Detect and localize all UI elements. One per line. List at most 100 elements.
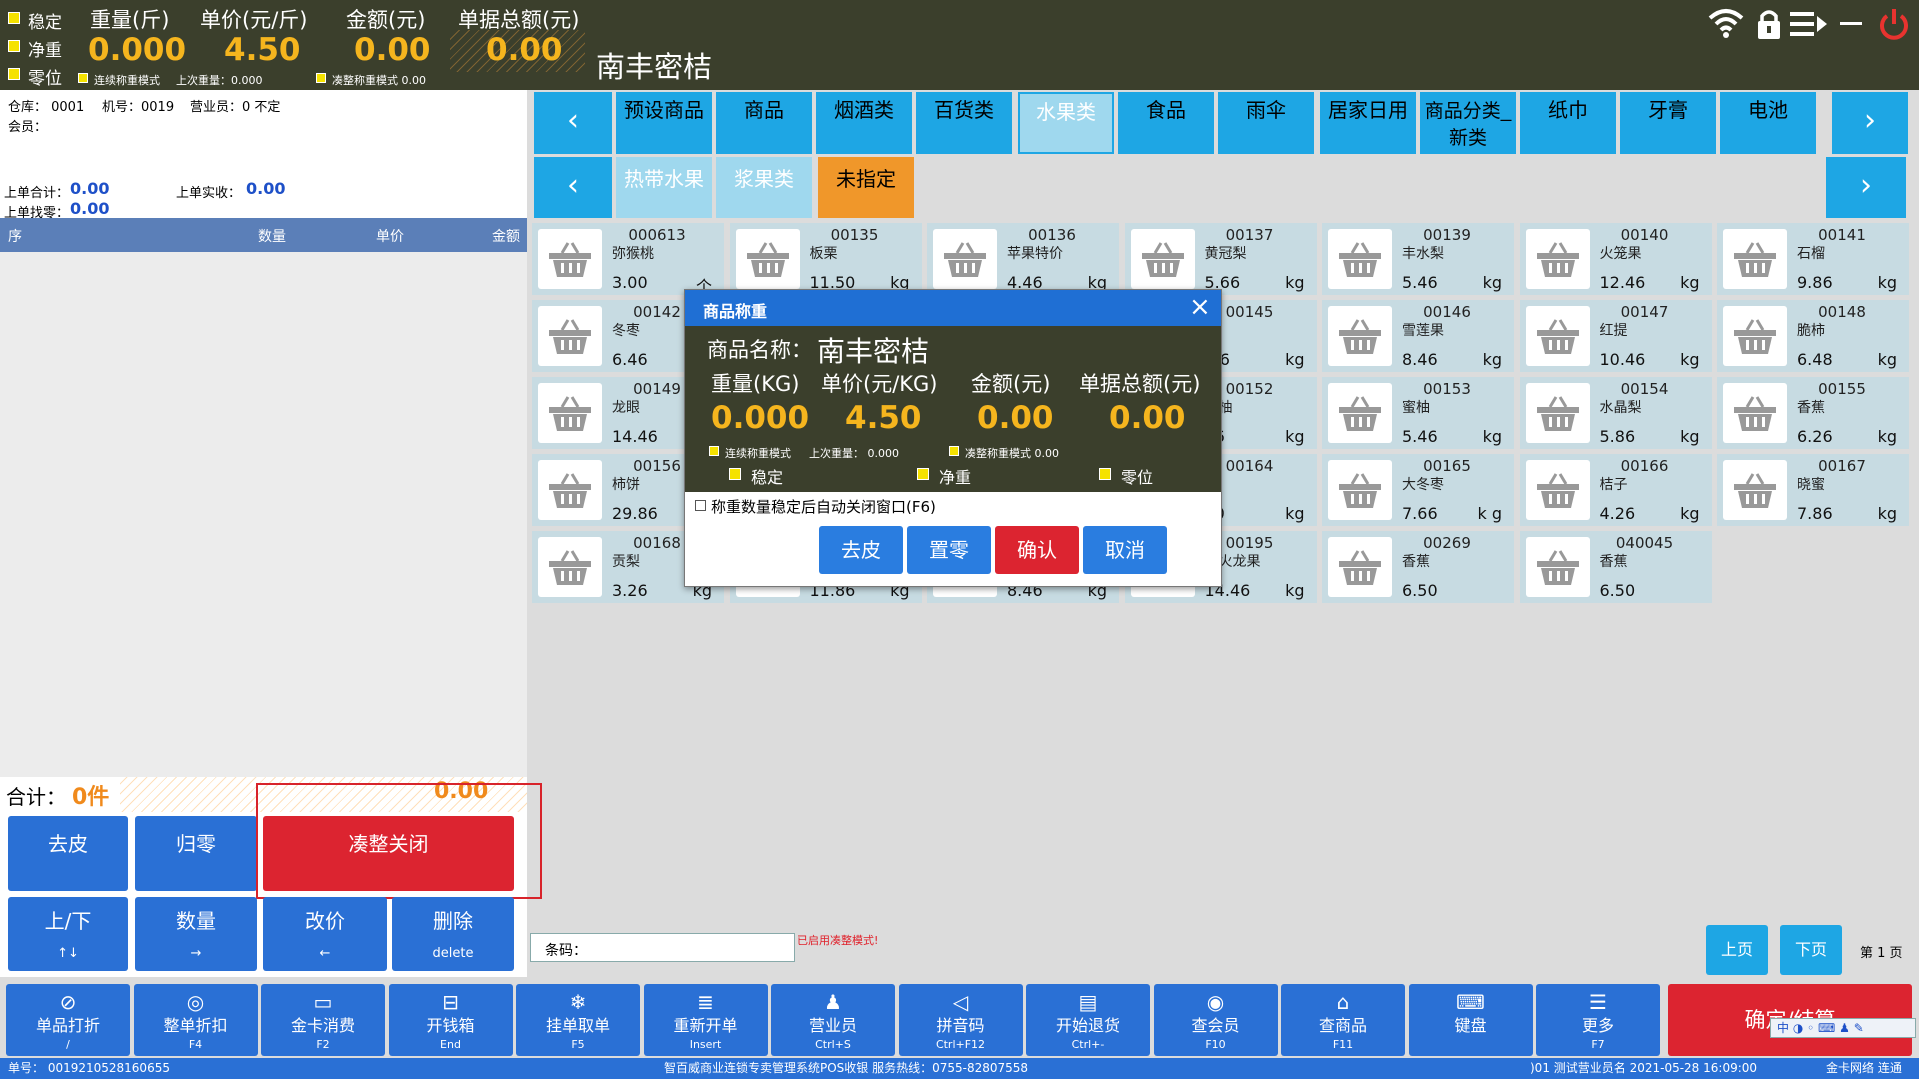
barcode-input[interactable]: 条码： (530, 933, 795, 962)
category-tab[interactable]: 食品 (1118, 92, 1214, 154)
next-page-button[interactable]: 下页 (1780, 925, 1842, 975)
category-tab-active[interactable]: 水果类 (1018, 92, 1114, 154)
delete-button[interactable]: 删除 delete (392, 897, 514, 971)
toolbar-button[interactable]: ⊘ 单品打折 / (6, 984, 130, 1056)
product-card[interactable]: 00148 脆柿 6.48 kg (1717, 300, 1909, 372)
category-tab[interactable]: 纸巾 (1520, 92, 1616, 154)
order-grid-body[interactable] (0, 252, 527, 777)
minimize-icon[interactable] (1840, 22, 1862, 25)
subcategory-tab[interactable]: 热带水果 (616, 157, 712, 218)
toolbar-button[interactable]: ▭ 金卡消费 F2 (261, 984, 385, 1056)
category-tab[interactable]: 电池 (1720, 92, 1816, 154)
toolbar-key: F7 (1591, 1038, 1605, 1051)
ime-toolbar[interactable]: 中 ◑ ◦ ⌨ ♟ ✎ (1770, 1018, 1916, 1038)
product-code: 00136 (1028, 226, 1076, 244)
quantity-key: → (190, 946, 202, 961)
product-name: 水晶梨 (1599, 400, 1642, 416)
dialog-round-mode-checkbox[interactable] (949, 446, 959, 456)
up-down-button[interactable]: 上/下 ↑↓ (8, 897, 128, 971)
category-tab[interactable]: 烟酒类 (816, 92, 912, 154)
product-price: 5.46 (1402, 427, 1438, 446)
subcategory-prev-button[interactable]: ‹ (534, 157, 612, 218)
product-card[interactable]: 00153 蜜柚 5.46 kg (1322, 377, 1514, 449)
dialog-total-label: 单据总额(元) (1079, 372, 1201, 396)
product-code: 00135 (830, 226, 879, 244)
category-tab[interactable]: 商品 (716, 92, 812, 154)
basket-icon (1723, 460, 1787, 520)
toolbar-icon: ◎ (186, 990, 205, 1014)
product-card[interactable]: 040045 香蕉 6.50 (1519, 531, 1712, 603)
quantity-button[interactable]: 数量 → (135, 897, 257, 971)
price-value: 4.50 (224, 32, 301, 68)
tare-button[interactable]: 去皮 (8, 816, 128, 891)
dialog-cont-mode-checkbox[interactable] (709, 446, 719, 456)
category-tab[interactable]: 百货类 (916, 92, 1012, 154)
product-card[interactable]: 00135 板栗 11.50 kg (729, 223, 922, 295)
dialog-weight: 0.000 (711, 400, 810, 436)
product-card[interactable]: 00141 石榴 9.86 kg (1717, 223, 1909, 295)
toolbar-key: Ctrl+F12 (935, 1038, 986, 1051)
product-card[interactable]: 00147 红提 10.46 kg (1519, 300, 1712, 372)
basket-icon (735, 229, 800, 289)
toolbar-button[interactable]: ☰ 更多 F7 (1536, 984, 1660, 1056)
product-card[interactable]: 00269 香蕉 6.50 (1322, 531, 1514, 603)
subcategory-tab[interactable]: 浆果类 (716, 157, 812, 218)
system-info: 智百威商业连锁专卖管理系统POS收银 服务热线：0755-82807558 (664, 1061, 1029, 1075)
toolbar-button[interactable]: ♟ 营业员 Ctrl+S (771, 984, 895, 1056)
subcategory-next-button[interactable]: › (1826, 157, 1906, 218)
power-icon[interactable] (1878, 8, 1910, 46)
change-price-button[interactable]: 改价 ← (263, 897, 387, 971)
product-card[interactable]: 00137 黄冠梨 5.66 kg (1124, 223, 1317, 295)
menu-icon[interactable] (1790, 10, 1828, 42)
product-unit: kg (1285, 350, 1305, 369)
toolbar-button[interactable]: ❄ 挂单取单 F5 (516, 984, 640, 1056)
category-next-button[interactable]: › (1832, 92, 1908, 154)
dialog-confirm-button[interactable]: 确认 (995, 526, 1079, 574)
product-card[interactable]: 000613 弥猴桃 3.00 个 (532, 223, 724, 295)
product-card[interactable]: 00154 水晶梨 5.86 kg (1519, 377, 1712, 449)
category-prev-button[interactable]: ‹ (534, 92, 612, 154)
category-tab[interactable]: 商品分类_新类 (1420, 92, 1516, 154)
product-name: 冬枣 (612, 323, 640, 339)
close-icon[interactable]: × (1189, 292, 1211, 322)
subcategory-tab-active[interactable]: 未指定 (818, 157, 914, 218)
product-card[interactable]: 00155 香蕉 6.26 kg (1717, 377, 1909, 449)
toolbar-button[interactable]: ⌂ 查商品 F11 (1281, 984, 1405, 1056)
product-card[interactable]: 00136 苹果特价 4.46 kg (927, 223, 1119, 295)
product-code: 00155 (1818, 380, 1866, 398)
lock-icon[interactable] (1756, 8, 1782, 44)
dialog-cancel-button[interactable]: 取消 (1083, 526, 1167, 574)
toolbar-label: 查会员 (1191, 1016, 1240, 1035)
auto-close-checkbox[interactable] (695, 500, 706, 511)
product-card[interactable]: 00167 晓蜜 7.86 kg (1717, 454, 1909, 526)
zero-button[interactable]: 归零 (135, 816, 257, 891)
category-tab[interactable]: 居家日用 (1320, 92, 1416, 154)
toolbar-button[interactable]: ≣ 重新开单 Insert (643, 984, 768, 1056)
last-total: 0.00 (70, 179, 110, 198)
toolbar-button[interactable]: ◁ 拼音码 Ctrl+F12 (898, 984, 1023, 1056)
toolbar-key: F11 (1332, 1038, 1354, 1051)
prev-page-button[interactable]: 上页 (1706, 925, 1768, 975)
product-card[interactable]: 00165 大冬枣 7.66 k g (1322, 454, 1514, 526)
category-tab[interactable]: 牙膏 (1620, 92, 1716, 154)
cont-mode-checkbox[interactable] (78, 73, 88, 83)
product-card[interactable]: 00139 丰水梨 5.46 kg (1322, 223, 1514, 295)
dialog-reset-button[interactable]: 置零 (907, 526, 991, 574)
product-card[interactable]: 00146 雪莲果 8.46 kg (1322, 300, 1514, 372)
toolbar-button[interactable]: ▤ 开始退货 Ctrl+- (1026, 984, 1150, 1056)
summary-label: 合计： (6, 785, 66, 809)
dialog-tare-button[interactable]: 去皮 (819, 526, 903, 574)
round-mode-checkbox[interactable] (316, 73, 326, 83)
cont-mode-label: 连续称重模式 (94, 74, 160, 87)
product-card[interactable]: 00166 桔子 4.26 kg (1519, 454, 1712, 526)
toolbar-button[interactable]: ⌨ 键盘 (1408, 984, 1533, 1056)
category-tab[interactable]: 预设商品 (616, 92, 712, 154)
toolbar-button[interactable]: ⊟ 开钱箱 End (388, 984, 513, 1056)
category-tab[interactable]: 雨伞 (1218, 92, 1314, 154)
toolbar-button[interactable]: ◉ 查会员 F10 (1153, 984, 1278, 1056)
toolbar-button[interactable]: ◎ 整单折扣 F4 (133, 984, 258, 1056)
dialog-total: 0.00 (1109, 400, 1186, 436)
dialog-titlebar: 商品称重 × (685, 290, 1221, 326)
product-card[interactable]: 00140 火笼果 12.46 kg (1519, 223, 1712, 295)
product-name: 石榴 (1797, 246, 1825, 262)
